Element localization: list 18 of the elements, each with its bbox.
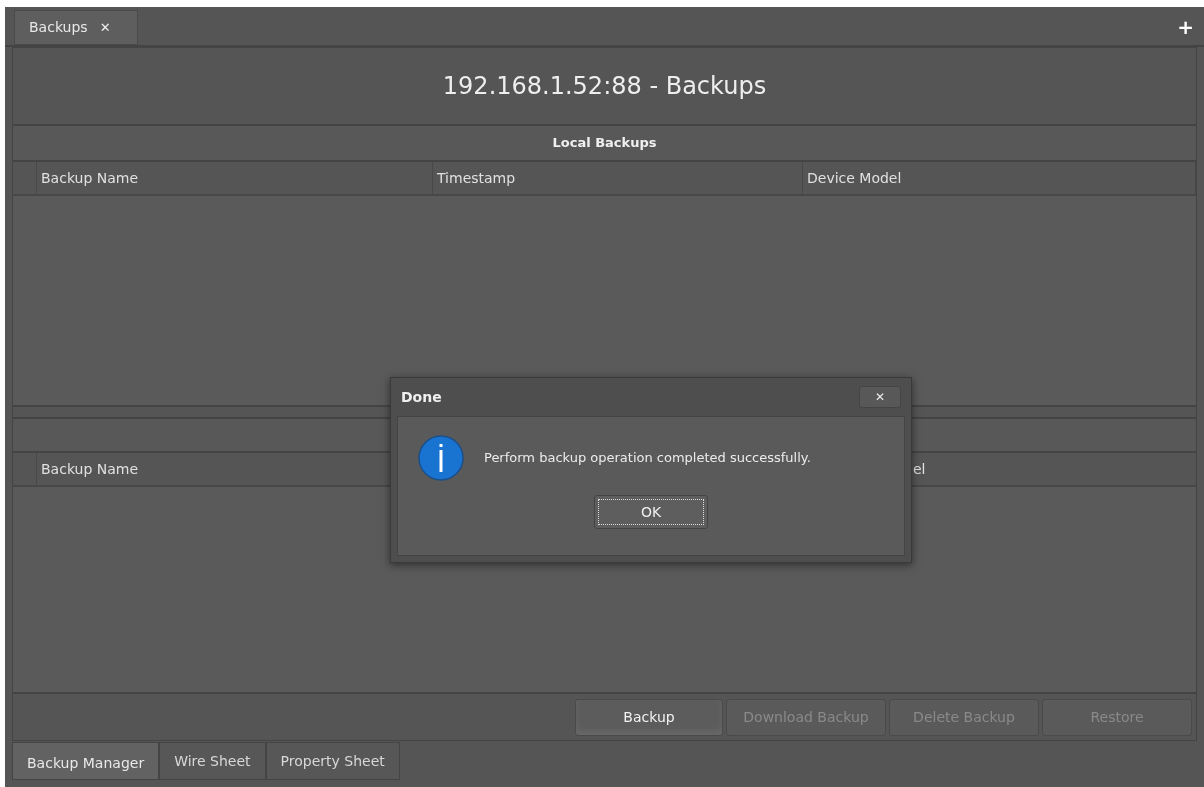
- add-tab-button[interactable]: +: [1177, 17, 1194, 37]
- view-tab[interactable]: Wire Sheet: [159, 742, 266, 780]
- view-tab[interactable]: Property Sheet: [265, 742, 400, 780]
- tab-label: Backups: [29, 18, 88, 37]
- view-tab[interactable]: Backup Manager: [12, 742, 160, 780]
- dialog-title: Done: [401, 387, 442, 407]
- close-button[interactable]: ✕: [859, 386, 901, 408]
- info-icon: [418, 435, 464, 481]
- column-header[interactable]: Device Model: [803, 162, 1196, 194]
- close-tab-button[interactable]: ✕: [99, 17, 111, 38]
- document-tab[interactable]: Backups ✕: [14, 10, 138, 45]
- column-header[interactable]: Timestamp: [433, 162, 803, 194]
- ok-button[interactable]: OK: [594, 495, 708, 529]
- column-header[interactable]: Backup Name: [41, 458, 139, 480]
- column-header[interactable]: el: [913, 458, 926, 480]
- column-header[interactable]: Backup Name: [37, 162, 433, 194]
- action-button[interactable]: Backup: [575, 698, 723, 736]
- dialog-message: Perform backup operation completed successfully.: [484, 449, 811, 468]
